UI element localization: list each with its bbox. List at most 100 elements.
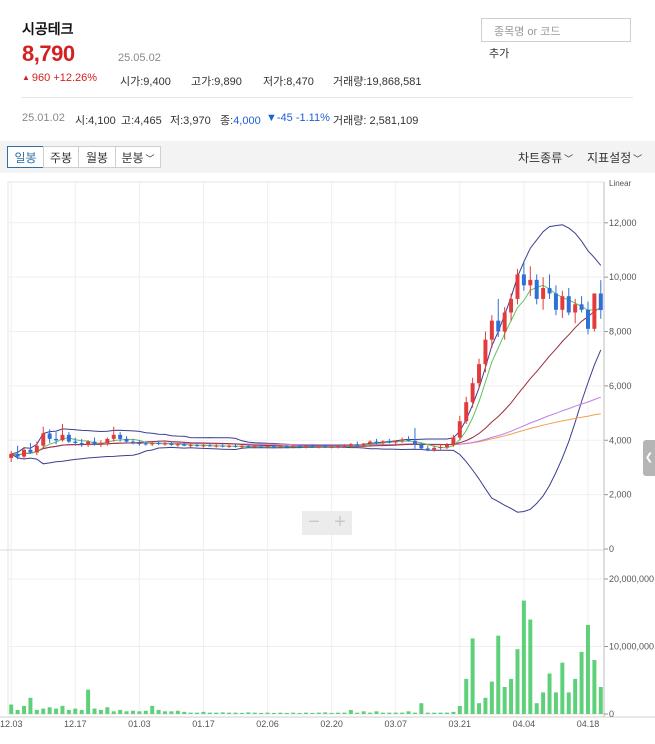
- x-tick-label: 04.18: [577, 719, 600, 729]
- x-tick-label: 01.03: [128, 719, 151, 729]
- volume-bar: [169, 711, 174, 714]
- volume-bar: [553, 692, 558, 714]
- volume-bar: [54, 708, 59, 714]
- volume-bar: [111, 711, 116, 714]
- candle-body: [41, 433, 46, 446]
- volume-bar: [342, 712, 347, 714]
- candle-body: [150, 442, 155, 445]
- volume-bar: [432, 712, 437, 714]
- candle-body: [547, 288, 552, 294]
- candle-body: [47, 433, 52, 439]
- volume-bar: [323, 712, 328, 714]
- volume-bar: [451, 711, 456, 714]
- volume-bar: [175, 710, 180, 714]
- volume-bar: [361, 711, 366, 714]
- volume-bar: [15, 709, 20, 714]
- volume-bar: [214, 712, 219, 714]
- candle-body: [22, 449, 27, 457]
- volume-bar: [419, 703, 424, 714]
- candle-body: [73, 441, 78, 443]
- volume-bar: [105, 707, 110, 714]
- zoom-in-button[interactable]: +: [328, 511, 352, 535]
- y-tick-label: 12,000: [609, 218, 637, 228]
- candle-body: [361, 443, 366, 446]
- volume-bars: [9, 600, 603, 714]
- volume-bar: [387, 712, 392, 714]
- candle-body: [92, 441, 97, 445]
- volume-bar: [547, 673, 552, 714]
- volume-bar: [393, 712, 398, 714]
- candle-body: [400, 439, 405, 441]
- volume-bar: [291, 712, 296, 714]
- volume-bar: [521, 600, 526, 714]
- candle-body: [483, 339, 488, 365]
- volume-bar: [355, 712, 360, 714]
- x-tick-label: 03.21: [449, 719, 472, 729]
- candle-body: [521, 274, 526, 286]
- candle-body: [188, 445, 193, 447]
- candle-body: [329, 446, 334, 448]
- candle-body: [143, 443, 148, 445]
- zoom-out-button[interactable]: −: [302, 511, 326, 535]
- candle-body: [207, 445, 212, 447]
- volume-bar: [348, 709, 353, 714]
- volume-bar: [502, 687, 507, 714]
- y-tick-label: 6,000: [609, 381, 632, 391]
- volume-bar: [297, 712, 302, 714]
- candle-body: [323, 446, 328, 448]
- scale-label: Linear: [609, 179, 632, 188]
- volume-bar: [534, 703, 539, 714]
- candle-body: [111, 434, 116, 439]
- volume-bar: [28, 697, 33, 714]
- x-tick-label: 04.04: [513, 719, 536, 729]
- volume-bar: [489, 681, 494, 714]
- volume-bar: [207, 712, 212, 714]
- volume-bar: [220, 712, 225, 714]
- candle-body: [66, 434, 71, 442]
- volume-bar: [509, 678, 514, 714]
- y-tick-label: 0: [609, 544, 614, 554]
- volume-bar: [278, 712, 283, 714]
- candle-body: [438, 447, 443, 449]
- candle-body: [560, 296, 565, 310]
- candle-body: [496, 320, 501, 332]
- volume-bar: [259, 712, 264, 714]
- candle-body: [278, 446, 283, 448]
- panel-toggle-handle[interactable]: ❮: [643, 440, 655, 476]
- chevron-left-icon: ❮: [644, 452, 654, 463]
- volume-bar: [528, 619, 533, 714]
- y-tick-label: 10,000: [609, 272, 637, 282]
- volume-bar: [47, 707, 52, 714]
- x-tick-label: 02.20: [320, 719, 343, 729]
- volume-bar: [98, 709, 103, 714]
- volume-bar: [60, 705, 65, 714]
- candle-body: [246, 446, 251, 448]
- volume-bar: [412, 712, 417, 714]
- candle-body: [284, 446, 289, 448]
- chart-grid: [0, 181, 655, 718]
- volume-bar: [464, 678, 469, 714]
- candle-body: [239, 446, 244, 448]
- candle-body: [348, 444, 353, 446]
- candle-body: [374, 441, 379, 443]
- candle-body: [470, 383, 475, 403]
- volume-bar: [246, 712, 251, 714]
- ma120-line: [11, 413, 601, 456]
- candle-body: [220, 445, 225, 447]
- candle-body: [393, 440, 398, 443]
- candle-body: [201, 445, 206, 447]
- volume-tick-label: 0: [609, 709, 614, 719]
- x-tick-label: 02.06: [256, 719, 279, 729]
- candle-body: [271, 446, 276, 448]
- volume-bar: [271, 712, 276, 714]
- volume-bar: [445, 712, 449, 714]
- volume-bar: [92, 708, 97, 714]
- candle-body: [419, 444, 424, 449]
- bollinger-upper-line: [11, 224, 602, 455]
- zoom-control: − +: [302, 511, 352, 535]
- candle-body: [9, 453, 14, 458]
- x-tick-label: 12.03: [0, 719, 22, 729]
- volume-bar: [560, 662, 565, 714]
- volume-bar: [496, 635, 501, 714]
- candle-body: [502, 312, 507, 332]
